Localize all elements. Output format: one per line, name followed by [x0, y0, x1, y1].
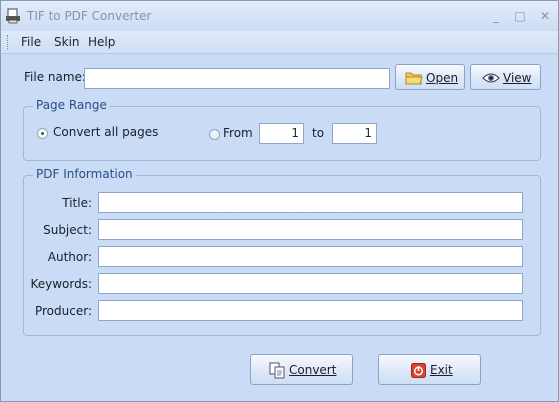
- convert-all-radio[interactable]: [37, 128, 48, 139]
- menu-help[interactable]: Help: [88, 35, 115, 49]
- convert-button-label: Convert: [289, 363, 337, 377]
- from-page-input[interactable]: 1: [259, 123, 304, 144]
- subject-label: Subject:: [43, 223, 92, 237]
- author-field[interactable]: [98, 246, 523, 267]
- from-radio[interactable]: [209, 129, 220, 140]
- window-title: TIF to PDF Converter: [27, 9, 152, 23]
- close-button[interactable]: ✕: [539, 10, 551, 22]
- exit-button[interactable]: Exit: [378, 354, 481, 385]
- menu-skin[interactable]: Skin: [54, 35, 80, 49]
- menu-grip: [7, 35, 11, 49]
- folder-icon: [405, 71, 423, 88]
- from-label: From: [223, 126, 253, 140]
- document-convert-icon: [269, 362, 285, 382]
- file-name-input[interactable]: [84, 68, 390, 89]
- app-window: TIF to PDF Converter _ □ ✕ File Skin Hel…: [0, 0, 559, 402]
- title-bar: TIF to PDF Converter _ □ ✕: [1, 1, 558, 31]
- exit-button-label: Exit: [430, 363, 453, 377]
- eye-icon: [482, 72, 500, 87]
- keywords-field[interactable]: [98, 273, 523, 294]
- to-label: to: [312, 126, 325, 140]
- open-button-label: Open: [426, 71, 459, 85]
- convert-button[interactable]: Convert: [250, 354, 353, 385]
- minimize-button[interactable]: _: [490, 10, 502, 22]
- power-icon: [411, 363, 426, 381]
- file-name-label: File name:: [24, 70, 86, 84]
- menu-bar: File Skin Help: [1, 31, 558, 54]
- producer-field[interactable]: [98, 300, 523, 321]
- watermark: download 3k: [213, 193, 368, 217]
- keywords-label: Keywords:: [30, 277, 92, 291]
- view-button-label: View: [503, 71, 532, 85]
- convert-all-label: Convert all pages: [53, 125, 159, 139]
- title-label: Title:: [62, 196, 92, 210]
- subject-field[interactable]: [98, 219, 523, 240]
- producer-label: Producer:: [34, 304, 92, 318]
- open-button[interactable]: Open: [395, 64, 465, 90]
- page-range-title: Page Range: [33, 98, 110, 112]
- author-label: Author:: [47, 250, 92, 264]
- printer-document-icon: [6, 8, 20, 24]
- page-range-group: Page Range Convert all pages From 1 to 1: [23, 98, 541, 161]
- maximize-button[interactable]: □: [514, 10, 526, 22]
- to-page-input[interactable]: 1: [332, 123, 377, 144]
- view-button[interactable]: View: [470, 64, 541, 90]
- menu-file[interactable]: File: [21, 35, 41, 49]
- pdf-information-title: PDF Information: [33, 167, 136, 181]
